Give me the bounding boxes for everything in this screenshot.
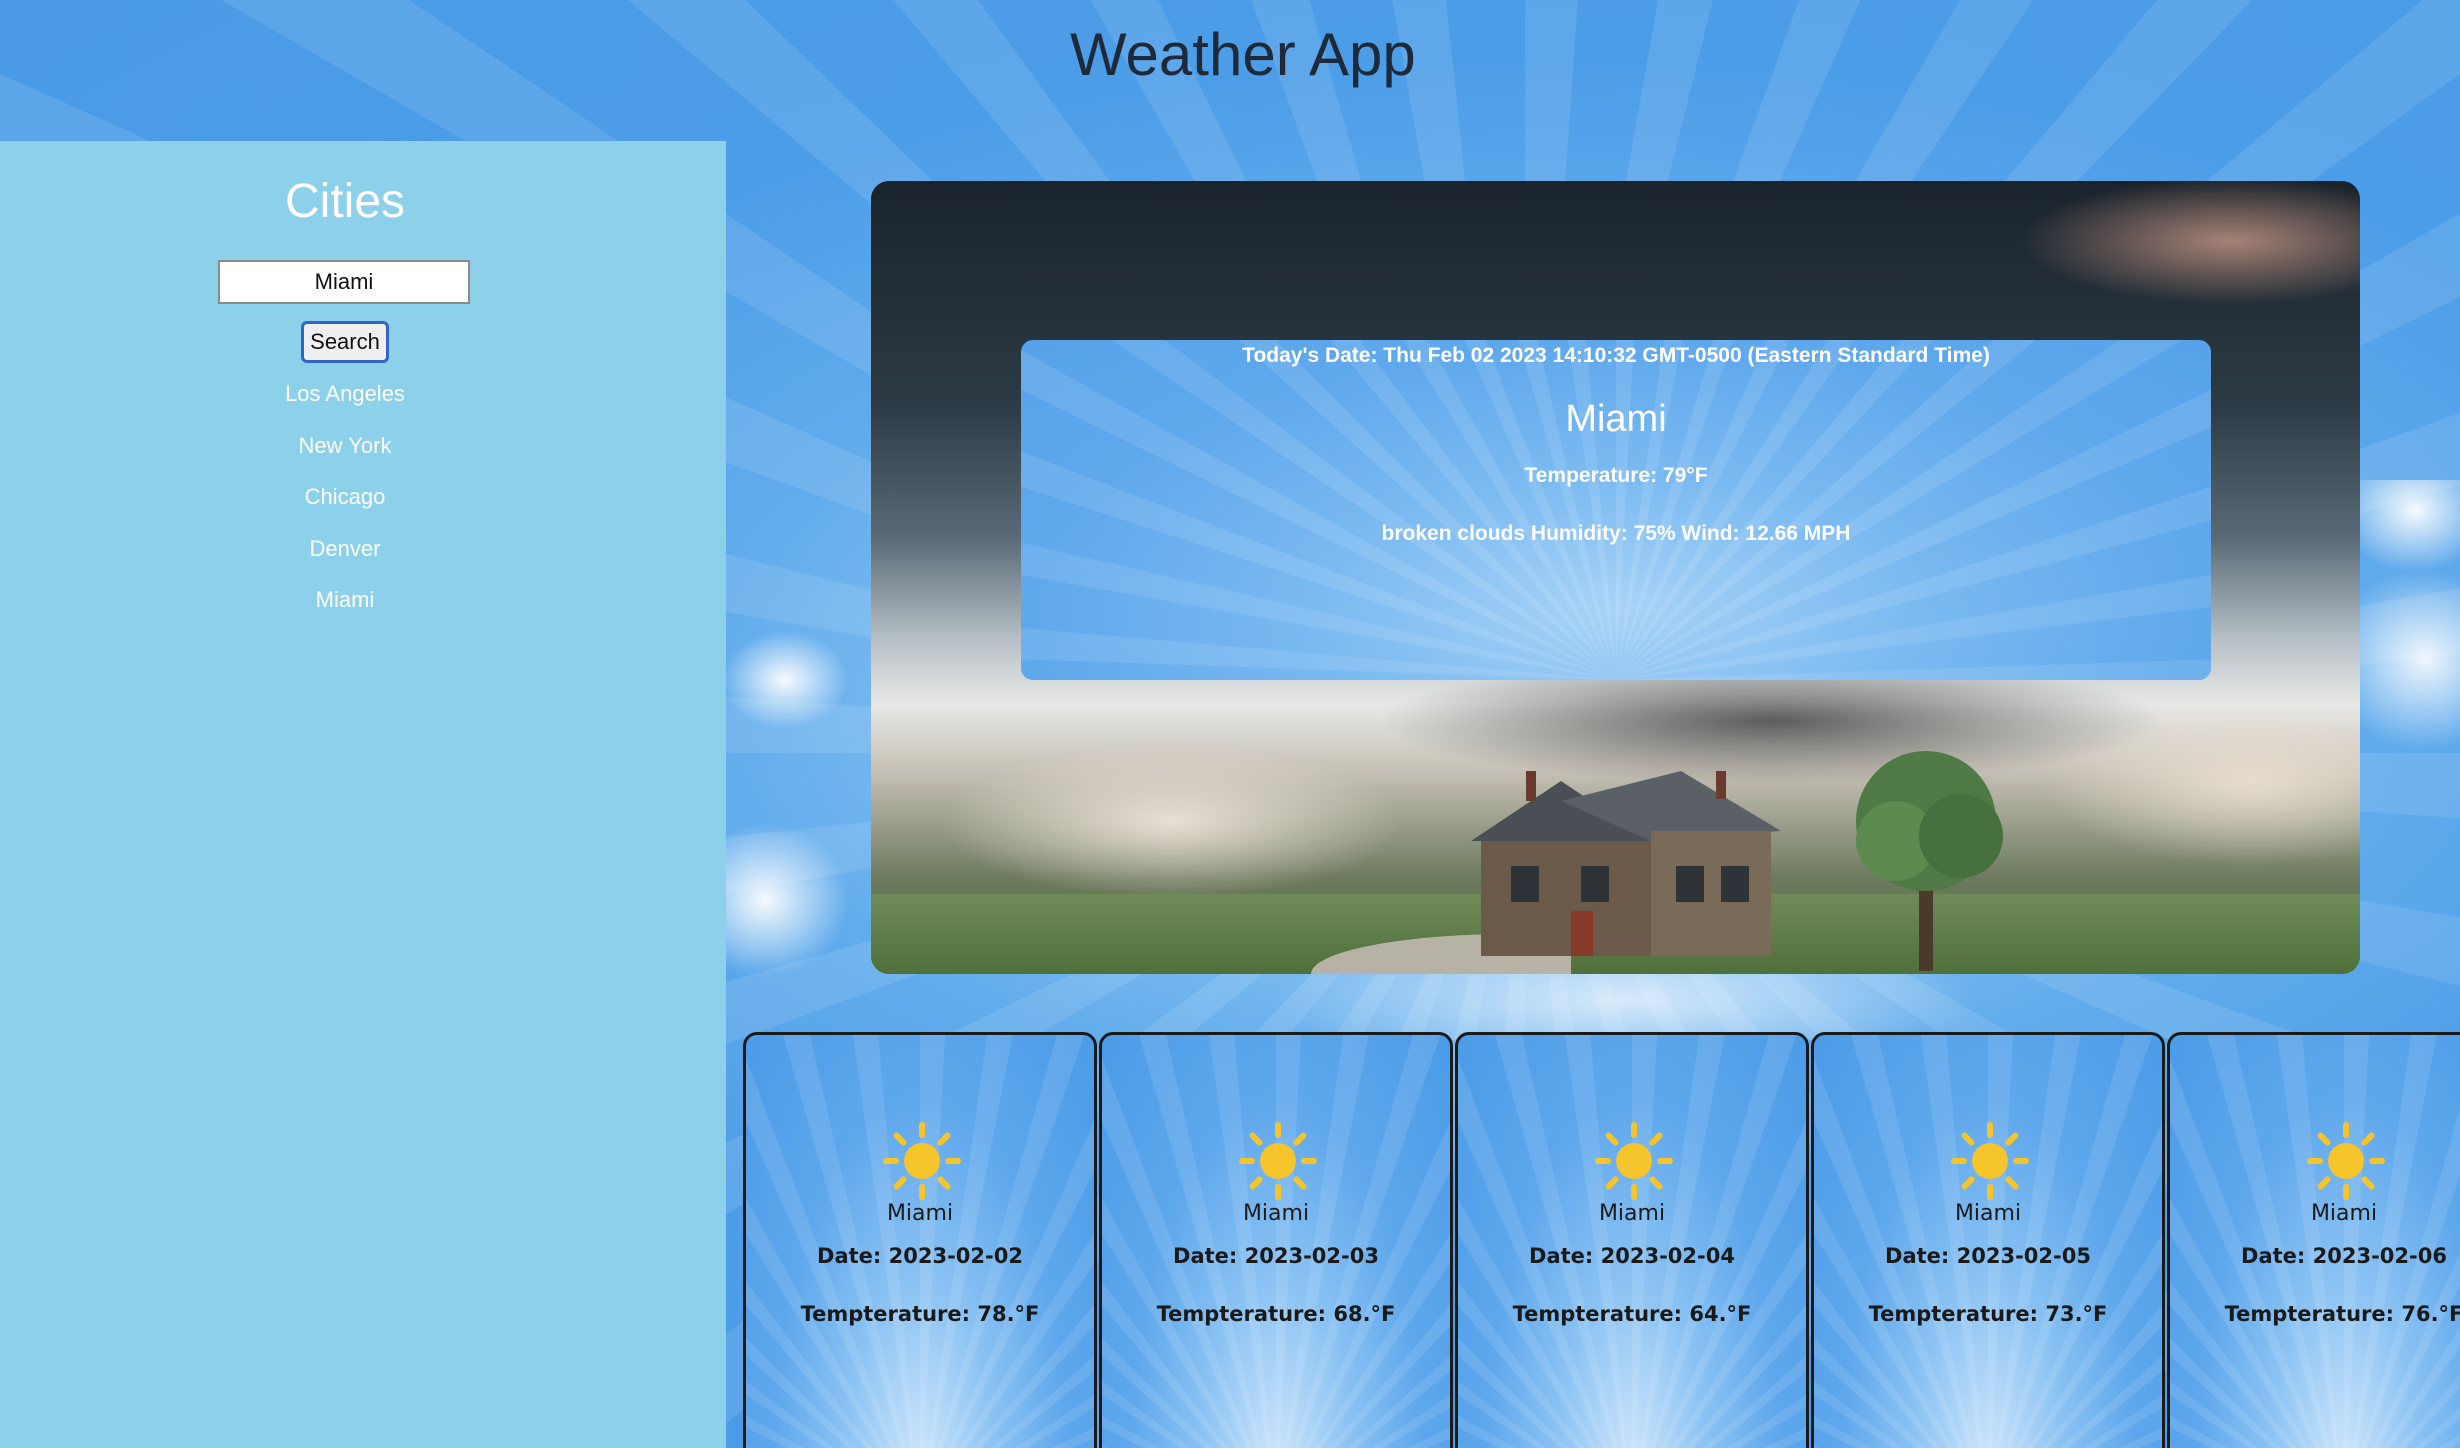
sun-icon [1951, 1122, 2029, 1200]
today-city-name: Miami [1565, 398, 1667, 440]
city-item-label: New York [298, 432, 392, 458]
city-history-list: Los Angeles New York Chicago Denver Miam… [0, 367, 690, 625]
card-background [1458, 1035, 1806, 1448]
sun-icon [883, 1122, 961, 1200]
city-item-label: Denver [309, 535, 381, 561]
city-item-miami[interactable]: Miami [0, 573, 690, 625]
house-illustration [1471, 771, 1781, 956]
sun-icon [1239, 1122, 1317, 1200]
city-search-input[interactable] [218, 260, 470, 304]
card-background [1021, 340, 2211, 680]
today-date: Today's Date: Thu Feb 02 2023 14:10:32 G… [1242, 344, 1990, 367]
forecast-city: Miami [1242, 1201, 1310, 1226]
forecast-temperature: Tempterature: 78.°F [800, 1302, 1040, 1326]
forecast-card: Miami Date: 2023-02-04 Tempterature: 64.… [1455, 1032, 1809, 1448]
search-button[interactable]: Search [301, 321, 389, 363]
forecast-city: Miami [2310, 1201, 2378, 1226]
city-item-new-york[interactable]: New York [0, 419, 690, 471]
forecast-card: Miami Date: 2023-02-06 Tempterature: 76.… [2167, 1032, 2460, 1448]
city-item-label: Los Angeles [285, 381, 405, 407]
card-background [1814, 1035, 2162, 1448]
card-background [1102, 1035, 1450, 1448]
sidebar: Cities Search Los Angeles New York Chica… [0, 141, 726, 1448]
today-weather-card: Today's Date: Thu Feb 02 2023 14:10:32 G… [1021, 340, 2211, 680]
tree-illustration [1856, 751, 2003, 971]
forecast-card: Miami Date: 2023-02-02 Tempterature: 78.… [743, 1032, 1097, 1448]
forecast-card: Miami Date: 2023-02-05 Tempterature: 73.… [1811, 1032, 2165, 1448]
forecast-date: Date: 2023-02-04 [1529, 1244, 1735, 1268]
forecast-card: Miami Date: 2023-02-03 Tempterature: 68.… [1099, 1032, 1453, 1448]
sun-icon [2307, 1122, 2385, 1200]
today-temperature: Temperature: 79°F [1524, 464, 1708, 487]
card-background [2170, 1035, 2460, 1448]
today-conditions: broken clouds Humidity: 75% Wind: 12.66 … [1381, 522, 1851, 545]
city-item-chicago[interactable]: Chicago [0, 470, 690, 522]
five-day-forecast: Miami Date: 2023-02-02 Tempterature: 78.… [741, 1032, 2460, 1448]
forecast-temperature: Tempterature: 64.°F [1512, 1302, 1752, 1326]
forecast-city: Miami [1954, 1201, 2022, 1226]
forecast-city: Miami [886, 1201, 954, 1226]
sidebar-title: Cities [284, 175, 406, 228]
forecast-temperature: Tempterature: 76.°F [2224, 1302, 2460, 1326]
forecast-date: Date: 2023-02-02 [817, 1244, 1023, 1268]
forecast-date: Date: 2023-02-03 [1173, 1244, 1379, 1268]
forecast-date: Date: 2023-02-05 [1885, 1244, 2091, 1268]
city-item-los-angeles[interactable]: Los Angeles [0, 367, 690, 419]
forecast-city: Miami [1598, 1201, 1666, 1226]
city-item-label: Chicago [304, 484, 386, 510]
city-item-label: Miami [315, 587, 375, 613]
forecast-date: Date: 2023-02-06 [2241, 1244, 2447, 1268]
city-item-denver[interactable]: Denver [0, 522, 690, 574]
forecast-temperature: Tempterature: 68.°F [1156, 1302, 1396, 1326]
sun-icon [1595, 1122, 1673, 1200]
card-background [746, 1035, 1094, 1448]
forecast-temperature: Tempterature: 73.°F [1868, 1302, 2108, 1326]
app-title: Weather App [1070, 21, 1416, 88]
